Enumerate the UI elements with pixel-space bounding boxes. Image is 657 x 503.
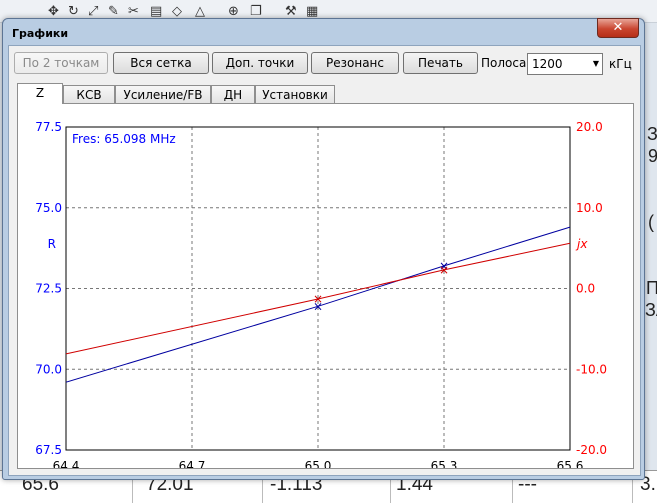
close-button[interactable]: ✕ [597, 18, 639, 38]
copy-icon[interactable]: ❐ [250, 4, 262, 19]
series-jx-marker: × [439, 263, 449, 277]
move-icon[interactable]: ✥ [48, 4, 59, 19]
y-right-tick-label: -20.0 [576, 443, 607, 457]
background-text: П [646, 278, 657, 298]
x-tick-label: 65.0 [305, 459, 332, 468]
zoom-icon[interactable]: ⤢ [88, 4, 98, 19]
impedance-chart: 64.4 64.7 65.0 65.3 65.6 77.5 20.0 75.0 10.0 72.5… [35, 120, 607, 473]
y-right-axis-label: jx [575, 237, 588, 251]
tab-z[interactable]: Z [17, 83, 63, 104]
y-left-tick-label: 67.5 [35, 443, 62, 457]
y-left-axis-label: R [48, 237, 56, 251]
tab-settings[interactable]: Установки [255, 85, 335, 103]
background-text: ( [648, 212, 654, 232]
chart-panel: 64.4 64.7 65.0 65.3 65.6 77.5 20.0 75.0 10.0 72.5… [17, 103, 634, 473]
band-value: 1200 [532, 57, 563, 71]
triangle-icon[interactable]: △ [195, 4, 205, 19]
resonance-button[interactable]: Резонанс [311, 52, 399, 74]
chevron-down-icon: ▼ [592, 59, 599, 68]
extra-points-button[interactable]: Доп. точки [212, 52, 308, 74]
scissors-icon[interactable]: ✂ [128, 4, 139, 19]
y-left-tick-label: 72.5 [35, 282, 62, 296]
eraser-icon[interactable]: ◇ [172, 4, 182, 19]
tab-gain-fb[interactable]: Усиление/FB [115, 85, 211, 103]
all-grid-button[interactable]: Вся сетка [113, 52, 209, 74]
calculator-icon[interactable]: ▦ [306, 4, 318, 19]
rotate-icon[interactable]: ↻ [68, 4, 79, 19]
window-title: Графики [12, 27, 69, 40]
target-icon[interactable]: ⊕ [228, 4, 239, 19]
y-left-tick-label: 75.0 [35, 201, 62, 215]
background-text: ЗА [645, 300, 657, 320]
graphs-window: Графики ✕ По 2 точкам Вся сетка Доп. точ… [2, 18, 645, 480]
band-label: Полоса [481, 56, 527, 70]
tools-icon[interactable]: ⚒ [285, 4, 297, 19]
two-points-button[interactable]: По 2 точкам [14, 52, 108, 74]
y-right-tick-label: -10.0 [576, 362, 607, 376]
y-left-tick-label: 70.0 [35, 362, 62, 376]
series-jx-marker: × [313, 292, 323, 306]
x-tick-label: 65.6 [557, 459, 584, 468]
x-tick-label: 64.4 [53, 459, 80, 468]
title-bar[interactable]: Графики ✕ [3, 18, 644, 45]
background-text: З [647, 124, 657, 144]
edit-icon[interactable]: ✎ [108, 4, 119, 19]
band-select[interactable]: 1200 ▼ [527, 53, 603, 75]
x-tick-label: 64.7 [179, 459, 206, 468]
window-client: По 2 точкам Вся сетка Доп. точки Резонан… [8, 45, 641, 476]
y-right-tick-label: 20.0 [576, 120, 603, 134]
y-right-tick-label: 0.0 [576, 282, 595, 296]
band-unit-label: кГц [609, 57, 632, 71]
close-icon: ✕ [612, 20, 624, 35]
tab-pattern[interactable]: ДН [211, 85, 255, 103]
resonance-frequency-label: Fres: 65.098 MHz [72, 132, 176, 146]
document-icon[interactable]: ▤ [150, 4, 162, 19]
tab-swr[interactable]: КСВ [63, 85, 115, 103]
y-left-tick-label: 77.5 [35, 120, 62, 134]
print-button[interactable]: Печать [403, 52, 478, 74]
background-text: 9 [648, 146, 657, 166]
y-right-tick-label: 10.0 [576, 201, 603, 215]
x-tick-label: 65.3 [431, 459, 458, 468]
